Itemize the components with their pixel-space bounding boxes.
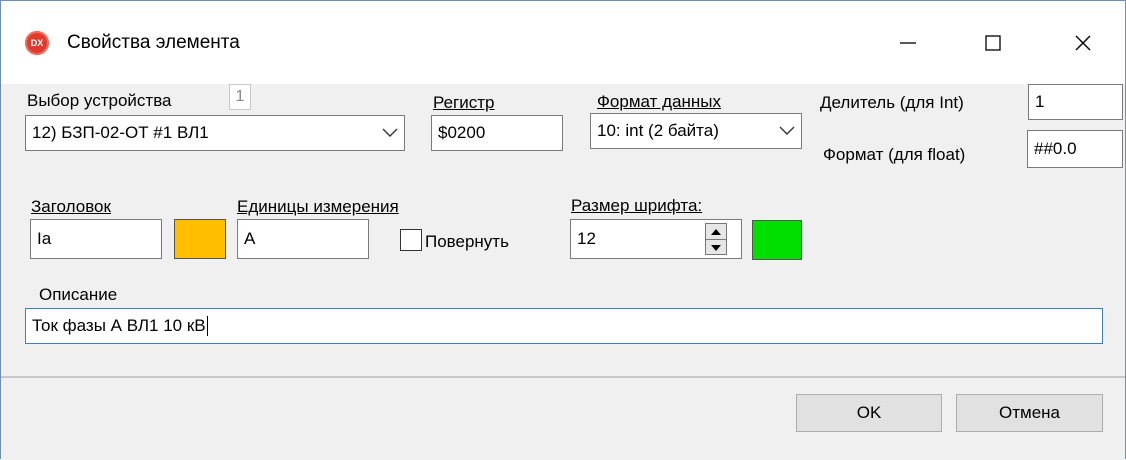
font-color-swatch[interactable] <box>752 220 802 260</box>
close-button[interactable] <box>1053 21 1113 65</box>
units-label: Единицы измерения <box>237 197 399 216</box>
font-size-value: 12 <box>577 229 596 248</box>
rotate-label: Повернуть <box>425 232 509 251</box>
cancel-button[interactable]: Отмена <box>956 394 1103 432</box>
device-select[interactable]: 12) БЗП-02-ОТ #1 ВЛ1 <box>25 115 405 151</box>
register-label: Регистр <box>433 93 495 112</box>
description-input[interactable]: Ток фазы А ВЛ1 10 кВ <box>25 308 1103 344</box>
spin-up-icon[interactable] <box>706 224 726 239</box>
chevron-down-icon <box>779 121 795 141</box>
spin-down-icon[interactable] <box>706 239 726 255</box>
data-format-label: Формат данных <box>597 92 721 111</box>
divider-label: Делитель (для Int) <box>820 93 964 112</box>
device-select-value: 12) БЗП-02-ОТ #1 ВЛ1 <box>32 123 209 142</box>
dialog-footer: OK Отмена <box>1 376 1125 460</box>
caption-label: Заголовок <box>31 197 111 216</box>
divider-input[interactable]: 1 <box>1028 84 1123 120</box>
maximize-button[interactable] <box>963 21 1023 65</box>
units-input[interactable]: А <box>237 219 369 259</box>
data-format-value: 10: int (2 байта) <box>597 121 719 140</box>
caption-color-swatch[interactable] <box>174 219 226 259</box>
title-bar: DX Свойства элемента <box>1 1 1125 84</box>
font-size-spinner[interactable] <box>705 223 727 255</box>
rotate-checkbox[interactable] <box>400 229 422 251</box>
description-label: Описание <box>39 285 118 304</box>
dialog-window: DX Свойства элемента Выбор устройства 1 … <box>0 0 1126 460</box>
app-icon: DX <box>25 31 49 55</box>
chevron-down-icon <box>382 123 398 143</box>
float-format-label: Формат (для float) <box>823 145 966 164</box>
device-index: 1 <box>229 84 251 110</box>
font-size-label: Размер шрифта: <box>571 196 703 215</box>
text-cursor <box>206 316 208 336</box>
close-icon <box>1075 35 1091 51</box>
window-title: Свойства элемента <box>67 32 240 53</box>
data-format-select[interactable]: 10: int (2 байта) <box>590 113 802 149</box>
maximize-icon <box>985 35 1001 51</box>
minimize-icon <box>900 42 916 44</box>
dialog-body: Выбор устройства 1 12) БЗП-02-ОТ #1 ВЛ1 … <box>1 84 1125 376</box>
caption-input[interactable]: Ia <box>30 219 162 259</box>
float-format-input[interactable]: ##0.0 <box>1027 130 1123 168</box>
device-label: Выбор устройства <box>27 91 172 110</box>
ok-button[interactable]: OK <box>796 394 942 432</box>
description-value: Ток фазы А ВЛ1 10 кВ <box>32 316 206 335</box>
register-input[interactable]: $0200 <box>431 115 563 151</box>
minimize-button[interactable] <box>878 21 938 65</box>
